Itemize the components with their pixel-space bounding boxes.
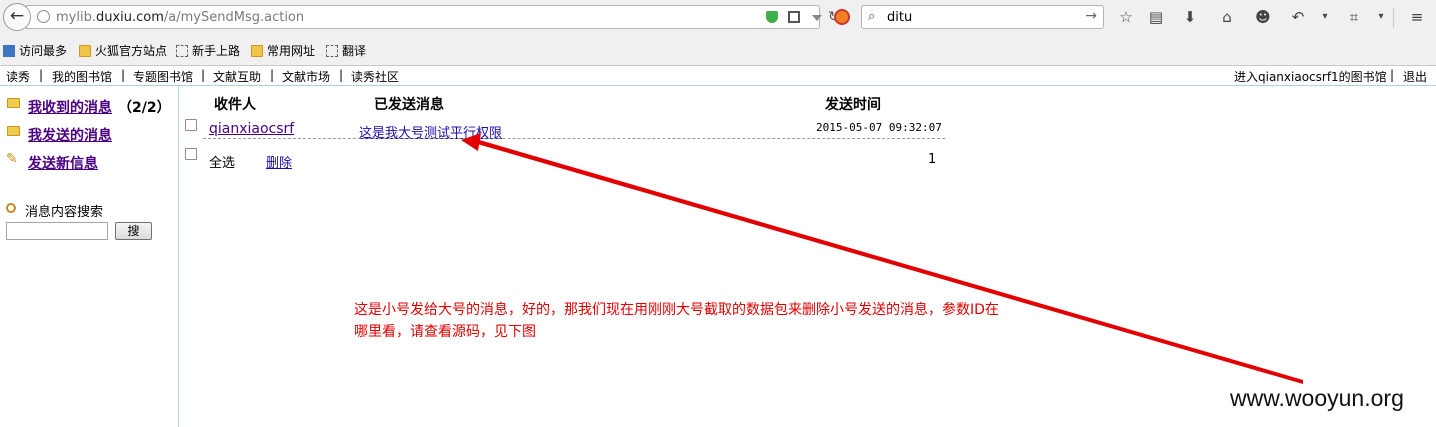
annotation-arrow xyxy=(461,133,1303,384)
annotation-text: 这是小号发给大号的消息，好的，那我们现在用刚刚大号截取的数据包来删除小号发送的消… xyxy=(354,299,1114,343)
annotation-line-1: 这是小号发给大号的消息，好的，那我们现在用刚刚大号截取的数据包来删除小号发送的消… xyxy=(354,302,999,318)
annotation-line-2: 哪里看，请查看源码，见下图 xyxy=(354,324,536,340)
annotation-arrow-head xyxy=(461,133,481,151)
watermark: www.wooyun.org xyxy=(1230,385,1404,411)
annotation-arrow-shaft xyxy=(474,139,1303,384)
